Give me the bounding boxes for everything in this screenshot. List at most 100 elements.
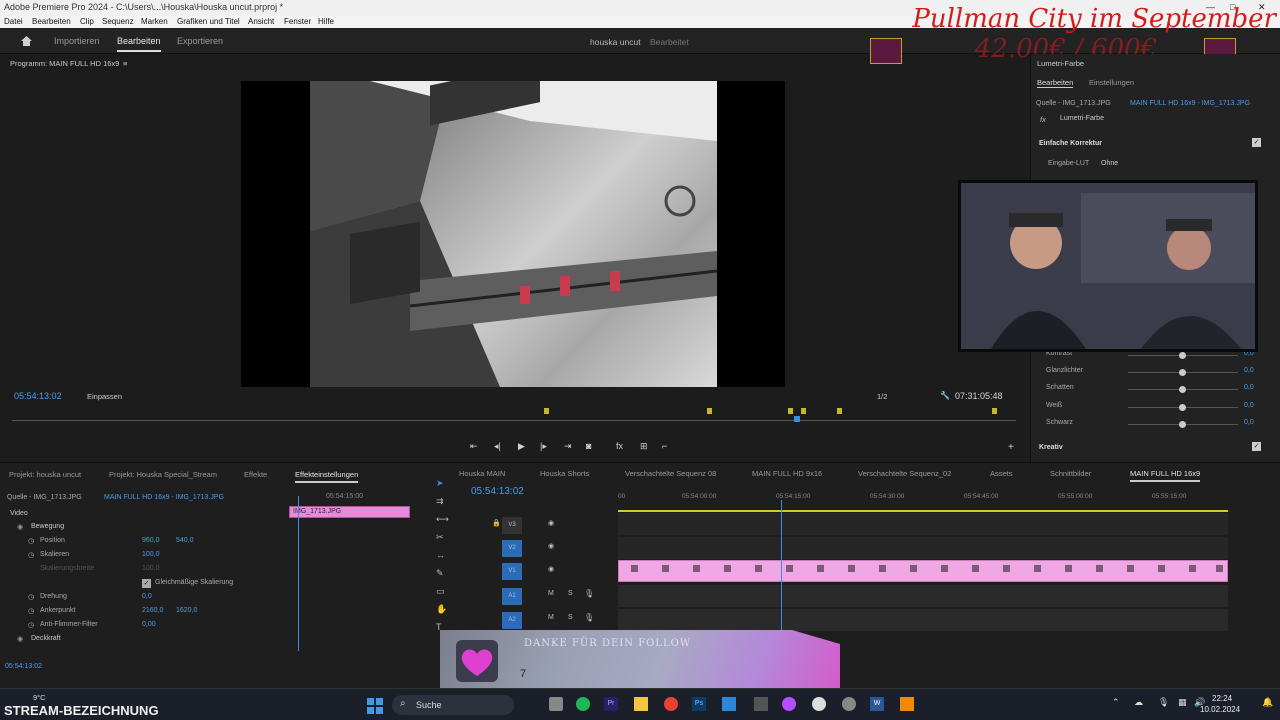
slider-value[interactable]: 0,0: [1244, 419, 1254, 426]
tab-lumetri-einstellungen[interactable]: Einstellungen: [1089, 78, 1134, 87]
track-lane-v3[interactable]: [618, 513, 1228, 535]
ec-sequence[interactable]: MAIN FULL HD 16x9 - IMG_1713.JPG: [104, 494, 224, 501]
slider-knob[interactable]: [1179, 404, 1186, 411]
eye-icon[interactable]: ◉: [548, 565, 554, 573]
tab-houska-shorts[interactable]: Houska Shorts: [540, 469, 589, 478]
tab-seq-02[interactable]: Verschachtelte Sequenz_02: [858, 469, 951, 478]
tab-main-16x9[interactable]: MAIN FULL HD 16x9: [1130, 469, 1201, 482]
eye-icon[interactable]: ◉: [17, 635, 23, 643]
stopwatch-icon[interactable]: ◷: [28, 607, 34, 615]
solo-icon[interactable]: S: [568, 614, 573, 621]
timeline-ruler[interactable]: 00 05:54:00:00 05:54:15:00 05:54:30:00 0…: [618, 487, 1228, 513]
pen-icon[interactable]: ✎: [436, 568, 444, 579]
marker[interactable]: [837, 408, 842, 414]
explorer-icon[interactable]: [634, 697, 648, 711]
slider-knob[interactable]: [1179, 421, 1186, 428]
checkbox-icon[interactable]: ✓: [142, 579, 151, 588]
track-tag[interactable]: V3: [502, 517, 522, 534]
app-icon[interactable]: [754, 697, 768, 711]
menu-fenster[interactable]: Fenster: [284, 17, 311, 26]
eye-icon[interactable]: ◉: [17, 523, 23, 531]
tab-houska-main[interactable]: Houska MAIN: [459, 469, 505, 478]
checkbox-icon[interactable]: ✓: [1252, 138, 1261, 147]
slip-icon[interactable]: ↔: [436, 550, 445, 560]
hand-icon[interactable]: ✋: [436, 604, 447, 615]
app-icon[interactable]: [842, 697, 856, 711]
add-button-icon[interactable]: +: [1008, 442, 1014, 453]
track-lane-a2[interactable]: [618, 609, 1228, 631]
track-tag[interactable]: A1: [502, 588, 522, 605]
ec-anchor-x[interactable]: 2160,0: [142, 607, 163, 614]
track-tag[interactable]: V2: [502, 540, 522, 557]
lumetri-sequence[interactable]: MAIN FULL HD 16x9 - IMG_1713.JPG: [1130, 100, 1250, 107]
menu-grafiken[interactable]: Grafiken und Titel: [177, 17, 240, 26]
program-timecode[interactable]: 05:54:13:02: [14, 391, 62, 401]
playhead-icon[interactable]: [794, 416, 800, 422]
home-icon[interactable]: [20, 35, 33, 47]
lumetri-source[interactable]: Quelle - IMG_1713.JPG: [1036, 100, 1111, 107]
ec-playhead[interactable]: [298, 496, 299, 651]
weather-temp[interactable]: 9°C: [33, 693, 46, 702]
fit-dropdown[interactable]: Einpassen: [87, 392, 122, 401]
camera-icon[interactable]: ◙: [586, 441, 591, 451]
ec-scale-value[interactable]: 100,0: [142, 551, 160, 558]
lut-dropdown[interactable]: Ohne: [1101, 160, 1118, 167]
section-creative[interactable]: Kreativ: [1039, 444, 1063, 451]
notification-icon[interactable]: 🔔: [1262, 697, 1273, 708]
fx-icon[interactable]: fx: [616, 441, 623, 451]
task-view-icon[interactable]: [549, 697, 563, 711]
step-back-icon[interactable]: ◂|: [494, 441, 501, 452]
slider-value[interactable]: 0,0: [1244, 367, 1254, 374]
step-forward-icon[interactable]: |▸: [540, 441, 547, 452]
solo-icon[interactable]: S: [568, 590, 573, 597]
tab-effekte[interactable]: Effekte: [244, 470, 267, 479]
play-icon[interactable]: ▶: [518, 441, 525, 452]
slider-knob[interactable]: [1179, 352, 1186, 359]
network-icon[interactable]: ▦: [1178, 697, 1187, 708]
wrench-icon[interactable]: 🔧: [940, 391, 950, 400]
tray-chevron-icon[interactable]: ⌃: [1112, 697, 1120, 708]
tab-importieren[interactable]: Importieren: [54, 36, 100, 46]
razor-icon[interactable]: ✂: [436, 532, 444, 543]
timeline-timecode[interactable]: 05:54:13:02: [471, 486, 524, 497]
ec-footer-timecode[interactable]: 05:54:13:02: [5, 663, 42, 670]
tab-effekteinstellungen[interactable]: Effekteinstellungen: [295, 470, 359, 483]
track-lane-a1[interactable]: [618, 585, 1228, 607]
mic-icon[interactable]: 🎙: [584, 589, 594, 598]
app-icon[interactable]: [782, 697, 796, 711]
marker[interactable]: [801, 408, 806, 414]
selection-tool-icon[interactable]: ➤: [436, 478, 444, 489]
tray-icon[interactable]: ☁: [1134, 697, 1143, 708]
ec-flicker-value[interactable]: 0,00: [142, 621, 156, 628]
menu-hilfe[interactable]: Hilfe: [318, 17, 334, 26]
menu-ansicht[interactable]: Ansicht: [248, 17, 274, 26]
stopwatch-icon[interactable]: ◷: [28, 593, 34, 601]
program-title[interactable]: Programm: MAIN FULL HD 16x9: [10, 59, 119, 68]
ec-anchor-y[interactable]: 1620,0: [176, 607, 197, 614]
spotify-icon[interactable]: [576, 697, 590, 711]
eye-icon[interactable]: ◉: [548, 519, 554, 527]
mic-icon[interactable]: 🎙: [584, 613, 594, 622]
menu-bearbeiten[interactable]: Bearbeiten: [32, 17, 71, 26]
rectangle-icon[interactable]: ▭: [436, 586, 445, 597]
trim-icon[interactable]: ⌐: [662, 441, 667, 451]
mute-icon[interactable]: M: [548, 614, 554, 621]
slider-knob[interactable]: [1179, 386, 1186, 393]
track-tag[interactable]: V1: [502, 563, 522, 580]
menu-marken[interactable]: Marken: [141, 17, 168, 26]
ec-motion[interactable]: Bewegung: [31, 523, 64, 530]
section-basic[interactable]: Einfache Korrektur: [1039, 140, 1102, 147]
tab-lumetri-bearbeiten[interactable]: Bearbeiten: [1037, 78, 1074, 88]
ec-opacity[interactable]: Deckkraft: [31, 635, 61, 642]
tab-seq-08[interactable]: Verschachtelte Sequenz 08: [625, 469, 716, 478]
tab-assets[interactable]: Assets: [990, 469, 1013, 478]
program-scrubber[interactable]: [12, 408, 1016, 426]
mark-in-icon[interactable]: ⇤: [470, 441, 478, 452]
slider-schatten[interactable]: Schatten 0,0: [1046, 382, 1271, 396]
compare-icon[interactable]: ⊞: [640, 441, 648, 452]
tab-projekt-special[interactable]: Projekt: Houska Special_Stream: [109, 470, 217, 479]
menu-clip[interactable]: Clip: [80, 17, 94, 26]
windows-start-icon[interactable]: [367, 698, 383, 714]
slider-schwarz[interactable]: Schwarz 0,0: [1046, 417, 1271, 431]
lumetri-effect[interactable]: Lumetri-Farbe: [1060, 115, 1104, 122]
